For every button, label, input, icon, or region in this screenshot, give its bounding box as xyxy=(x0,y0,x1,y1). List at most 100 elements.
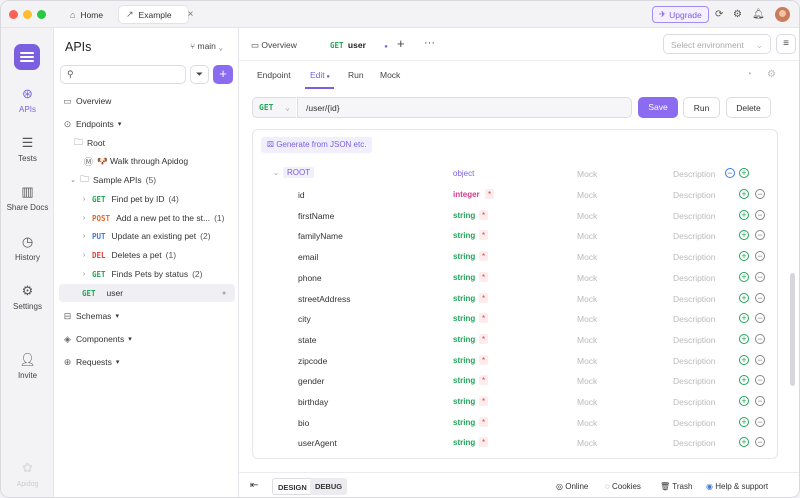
trash-button[interactable]: 🗑︎ Trash xyxy=(660,482,692,491)
close-window-button[interactable] xyxy=(9,10,18,19)
remove-field-icon[interactable]: − xyxy=(755,375,765,386)
remove-field-icon[interactable]: − xyxy=(755,396,765,406)
more-tabs-button[interactable]: ··· xyxy=(424,37,435,49)
field-name[interactable]: gender xyxy=(298,376,324,386)
field-mock[interactable]: Mock xyxy=(577,418,597,428)
required-marker[interactable]: * xyxy=(479,292,488,303)
new-tab-button[interactable]: + xyxy=(397,36,405,51)
upgrade-button[interactable]: ✈ Upgrade xyxy=(652,6,709,23)
minimize-window-button[interactable] xyxy=(23,10,32,19)
required-marker[interactable]: * xyxy=(479,437,488,448)
field-description[interactable]: Description xyxy=(673,231,716,241)
field-type[interactable]: string xyxy=(453,418,475,427)
add-field-icon[interactable]: + xyxy=(739,230,749,241)
menu-button[interactable]: ≡ xyxy=(776,34,796,54)
tree-components[interactable]: ◈ Components ▾ xyxy=(54,330,239,348)
add-field-icon[interactable]: + xyxy=(739,416,749,427)
subtab-mock[interactable]: Mock xyxy=(380,70,400,80)
remove-field-icon[interactable]: − xyxy=(755,230,765,241)
field-type[interactable]: string xyxy=(453,438,475,447)
field-type[interactable]: string xyxy=(453,231,475,240)
history-icon[interactable]: ◔ xyxy=(746,69,752,80)
remove-field-icon[interactable]: − xyxy=(755,437,765,448)
required-marker[interactable]: * xyxy=(479,333,488,344)
field-description[interactable]: Description xyxy=(673,273,716,283)
field-type[interactable]: string xyxy=(453,273,475,282)
tree-item-user[interactable]: GET user ● xyxy=(59,284,235,302)
field-name[interactable]: id xyxy=(298,190,305,200)
required-marker[interactable]: * xyxy=(479,416,488,427)
field-type[interactable]: integer xyxy=(453,190,480,199)
field-type[interactable]: string xyxy=(453,294,475,303)
field-type[interactable]: string xyxy=(453,314,475,323)
tree-walkthrough[interactable]: Ⓜ 🐶 Walk through Apidog xyxy=(54,152,239,170)
field-description[interactable]: Description xyxy=(673,356,716,366)
field-type[interactable]: string xyxy=(453,211,475,220)
design-mode-button[interactable]: DESIGN xyxy=(272,478,313,495)
field-description[interactable]: Description xyxy=(673,294,716,304)
field-type[interactable]: string xyxy=(453,252,475,261)
close-tab-icon[interactable]: × xyxy=(188,9,194,20)
rail-item-share-docs[interactable]: ▥ Share Docs xyxy=(1,184,54,212)
field-mock[interactable]: Mock xyxy=(577,356,597,366)
tab-user[interactable]: GET user ● xyxy=(330,40,388,50)
remove-field-icon[interactable]: − xyxy=(755,416,765,427)
tab-example[interactable]: ↗ Example × xyxy=(118,5,193,24)
rail-item-settings[interactable]: ⚙ Settings xyxy=(1,283,54,311)
field-mock[interactable]: Mock xyxy=(577,335,597,345)
remove-field-icon[interactable]: − xyxy=(755,292,765,303)
field-mock[interactable]: Mock xyxy=(577,376,597,386)
run-button[interactable]: Run xyxy=(683,97,720,118)
field-name[interactable]: firstName xyxy=(298,211,334,221)
required-marker[interactable]: * xyxy=(479,251,488,262)
tree-item-update-pet[interactable]: › PUT Update an existing pet (2) xyxy=(54,227,239,245)
field-mock[interactable]: Mock xyxy=(577,190,597,200)
environment-select[interactable]: Select environment ⌄ xyxy=(663,34,771,54)
gear-icon[interactable]: ⚙ xyxy=(767,69,776,80)
remove-field-icon[interactable]: − xyxy=(755,209,765,220)
add-field-icon[interactable]: + xyxy=(739,271,749,282)
field-description[interactable]: Description xyxy=(673,252,716,262)
tree-item-delete-pet[interactable]: › DEL Deletes a pet (1) xyxy=(54,246,239,264)
tree-endpoints[interactable]: ⊙ Endpoints ▾ xyxy=(54,115,239,133)
required-marker[interactable]: * xyxy=(479,230,488,241)
field-description[interactable]: Description xyxy=(673,314,716,324)
add-field-icon[interactable]: + xyxy=(739,292,749,303)
field-name[interactable]: phone xyxy=(298,273,322,283)
rail-item-apis[interactable]: ⊛ APIs xyxy=(1,86,54,114)
add-field-icon[interactable]: + xyxy=(739,209,749,220)
help-support-button[interactable]: ◉ Help & support xyxy=(706,482,768,491)
generate-from-json-button[interactable]: ⚄ Generate from JSON etc. xyxy=(261,137,373,153)
field-name[interactable]: userAgent xyxy=(298,438,337,448)
remove-field-icon[interactable]: − xyxy=(755,354,765,365)
filter-button[interactable]: ⏷ xyxy=(190,65,209,84)
required-marker[interactable]: * xyxy=(485,189,494,199)
root-type[interactable]: object xyxy=(453,169,474,178)
add-button[interactable]: + xyxy=(213,65,233,84)
required-marker[interactable]: * xyxy=(479,313,488,324)
online-status[interactable]: ◎ Online xyxy=(556,482,588,491)
tab-home[interactable]: ⌂ Home xyxy=(63,5,110,24)
save-button[interactable]: Save xyxy=(638,97,678,118)
add-field-icon[interactable]: + xyxy=(739,189,749,199)
collapse-icon[interactable]: − xyxy=(725,168,735,178)
gear-icon[interactable]: ⚙ xyxy=(733,9,742,20)
field-mock[interactable]: Mock xyxy=(577,231,597,241)
subtab-edit[interactable]: Edit ● xyxy=(310,70,330,80)
branch-selector[interactable]: ⑂ main ⌄ xyxy=(190,41,223,51)
rail-item-tests[interactable]: ☰ Tests xyxy=(1,135,54,163)
remove-field-icon[interactable]: − xyxy=(755,313,765,324)
url-input[interactable]: /user/{id} xyxy=(297,97,632,118)
subtab-endpoint[interactable]: Endpoint xyxy=(257,70,291,80)
field-name[interactable]: email xyxy=(298,252,318,262)
required-marker[interactable]: * xyxy=(479,271,488,282)
remove-field-icon[interactable]: − xyxy=(755,333,765,344)
tree-schemas[interactable]: ⊟ Schemas ▾ xyxy=(54,307,239,325)
avatar[interactable] xyxy=(775,7,790,22)
field-name[interactable]: zipcode xyxy=(298,356,327,366)
tree-sample-apis[interactable]: ⌄ 🗀︎ Sample APIs (5) xyxy=(54,171,239,189)
field-description[interactable]: Description xyxy=(673,397,716,407)
method-select[interactable]: GET ⌄ xyxy=(252,97,296,118)
field-description[interactable]: Description xyxy=(673,438,716,448)
field-name[interactable]: birthday xyxy=(298,397,328,407)
